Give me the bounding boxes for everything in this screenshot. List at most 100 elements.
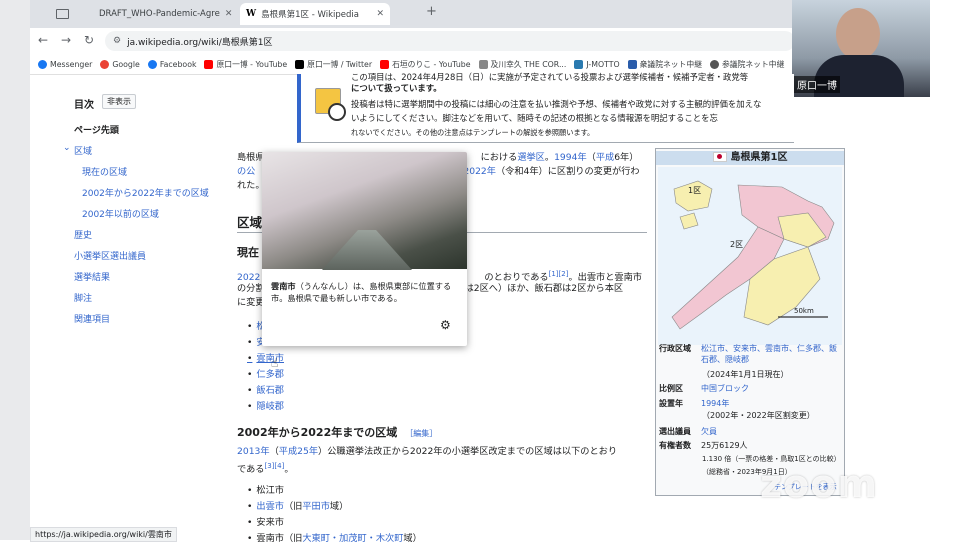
- text: 域）: [403, 533, 422, 544]
- reference-link[interactable]: [1][2]: [549, 270, 569, 278]
- tab-wikipedia[interactable]: W 島根県第1区 - Wikipedia ✕: [240, 3, 390, 25]
- close-icon[interactable]: ✕: [225, 9, 233, 19]
- toc-item-results[interactable]: 選挙結果: [74, 270, 110, 283]
- left-frame: [0, 0, 30, 540]
- infobox-row-voters: 有権者数 25万6129人: [659, 440, 748, 451]
- text: は2区へ）ほか、飯石郡は2区から本区: [464, 283, 624, 294]
- hand-cursor-icon: ☝: [271, 356, 279, 370]
- notice-line: について扱っています。: [351, 83, 442, 93]
- row-label: 比例区: [659, 384, 683, 393]
- link-text[interactable]: の公: [237, 166, 255, 177]
- bookmark-jmotto[interactable]: J-MOTTO: [574, 59, 620, 69]
- link-2013[interactable]: 2013年: [237, 446, 270, 457]
- bookmark-label: Facebook: [159, 59, 197, 69]
- link-2022[interactable]: 2022年: [463, 166, 496, 177]
- infobox-row-established: 設置年 1994年: [659, 398, 729, 409]
- link-2022[interactable]: 2022: [237, 272, 260, 283]
- participant-name: 原口一博: [794, 76, 840, 93]
- bookmark-label: J-MOTTO: [586, 59, 620, 69]
- text: 。: [544, 152, 555, 163]
- link-1994[interactable]: 1994年: [554, 152, 587, 163]
- bookmark-messenger[interactable]: Messenger: [38, 59, 93, 69]
- toc-item-related[interactable]: 関連項目: [74, 312, 110, 325]
- link-heisei[interactable]: 平成: [596, 152, 614, 163]
- list-item: 松江市: [247, 482, 284, 496]
- bookmark-label: Messenger: [50, 59, 93, 69]
- chevron-down-icon[interactable]: ⌄: [63, 143, 71, 153]
- list-item[interactable]: 飯石郡: [247, 382, 284, 396]
- reference-link[interactable]: [3][4]: [264, 462, 284, 470]
- toc-item-history[interactable]: 歴史: [74, 228, 92, 241]
- heading-2002-2022: 2002年から2022年までの区域 ［編集］: [237, 424, 437, 440]
- list-item[interactable]: 隠岐郡: [247, 398, 284, 412]
- youtube-icon: [204, 59, 214, 69]
- gear-icon[interactable]: ⚙: [440, 318, 451, 332]
- toc-item-top[interactable]: ページ先頭: [74, 123, 119, 136]
- link-heisei25[interactable]: 平成25年: [279, 446, 318, 457]
- heading-text: 2002年から2022年までの区域: [237, 426, 398, 439]
- link-senkyoku[interactable]: 選挙区: [517, 152, 545, 163]
- row-value[interactable]: 松江市、安来市、雲南市、仁多郡、飯石郡、隠岐郡: [701, 343, 839, 365]
- text: 。出雲市と雲南市: [568, 272, 642, 284]
- facebook-icon: [147, 59, 157, 69]
- bookmark-facebook[interactable]: Facebook: [147, 59, 197, 69]
- toc-title: 目次: [74, 100, 94, 111]
- new-tab-button[interactable]: +: [426, 4, 437, 19]
- page-preview-popup[interactable]: 雲南市（うんなんし）は、島根県東部に位置する市。島根県で最も新しい市である。 ⚙: [262, 152, 467, 346]
- bookmark-oikawa[interactable]: 及川幸久 THE COR...: [478, 59, 567, 70]
- toc-item-notes[interactable]: 脚注: [74, 291, 92, 304]
- japan-flag-icon: [712, 152, 727, 162]
- bookmark-twitter[interactable]: 原口一博 / Twitter: [295, 59, 372, 70]
- right-frame: [930, 0, 960, 540]
- link-towns[interactable]: 大東町・加茂町・木次町: [302, 533, 403, 544]
- notice-line: 投稿者は特に選挙期間中の投稿には細心の注意を払い推測や予想、候補者や政党に対する…: [351, 99, 762, 109]
- bookmark-sangiin[interactable]: 参議院ネット中継: [710, 59, 784, 70]
- row-value[interactable]: 欠員: [701, 427, 717, 436]
- link-hirata[interactable]: 平田市: [302, 501, 330, 512]
- bookmark-label: 衆議院ネット中継: [639, 59, 702, 69]
- browser-toolbar: ← → ↻ ⚙ ja.wikipedia.org/wiki/島根県第1区: [30, 28, 795, 54]
- toc-item-members[interactable]: 小選挙区選出議員: [74, 249, 146, 262]
- reload-icon[interactable]: ↻: [84, 33, 94, 47]
- row-value: 25万6129人: [701, 441, 748, 450]
- toc-item-2002-2022[interactable]: 2002年から2022年までの区域: [82, 186, 209, 199]
- bookmark-google[interactable]: Google: [100, 59, 140, 69]
- toc-item-pre-2002[interactable]: 2002年以前の区域: [82, 207, 159, 220]
- list-item[interactable]: 仁多郡: [247, 366, 284, 380]
- preview-description: （うんなんし）は、島根県東部に位置する市。島根県で最も新しい市である。: [271, 281, 452, 303]
- page-icon: [574, 59, 584, 69]
- page-icon: [478, 59, 488, 69]
- toc-hide-button[interactable]: 非表示: [102, 94, 136, 109]
- list-item: 安来市: [247, 514, 284, 528]
- link-izumo[interactable]: 出雲市: [256, 501, 284, 512]
- preview-text: 雲南市（うんなんし）は、島根県東部に位置する市。島根県で最も新しい市である。: [271, 280, 461, 304]
- text: （: [269, 446, 279, 457]
- bookmark-label: 及川幸久 THE COR...: [490, 59, 567, 69]
- back-arrow-icon[interactable]: ←: [38, 33, 48, 47]
- text: の分割: [237, 283, 265, 294]
- map-label-2: 2区: [730, 240, 744, 249]
- text: （: [586, 152, 596, 163]
- wikipedia-icon: W: [246, 9, 257, 19]
- site-info-icon[interactable]: ⚙: [113, 36, 121, 46]
- forward-arrow-icon[interactable]: →: [61, 33, 71, 47]
- bookmark-label: 原口一博 / Twitter: [307, 59, 373, 69]
- row-value[interactable]: 1994年: [701, 399, 729, 408]
- bookmark-youtube-ishigaki[interactable]: 石垣のりこ - YouTube: [380, 59, 471, 70]
- toc-item-current-area[interactable]: 現在の区域: [82, 165, 127, 178]
- tab-window[interactable]: [34, 3, 86, 25]
- text: のとおりである: [484, 272, 549, 284]
- bookmark-shugiin[interactable]: 衆議院ネット中継: [627, 59, 702, 70]
- page-icon: [627, 59, 637, 69]
- address-bar[interactable]: ⚙ ja.wikipedia.org/wiki/島根県第1区: [105, 31, 795, 51]
- google-icon: [100, 59, 110, 69]
- list-item-unnan[interactable]: 雲南市: [247, 350, 284, 364]
- tab-who-draft[interactable]: DRAFT_WHO-Pandemic-Agre ✕: [88, 3, 238, 25]
- text: である: [237, 464, 265, 476]
- bookmark-youtube-haraguchi[interactable]: 原口一博 - YouTube: [204, 59, 287, 70]
- infobox-row-date: （2024年1月1日現在）: [702, 370, 789, 379]
- close-icon[interactable]: ✕: [376, 9, 384, 19]
- row-value[interactable]: 中国ブロック: [701, 384, 749, 393]
- toc-item-area[interactable]: 区域: [74, 144, 92, 157]
- edit-link[interactable]: ［編集］: [405, 429, 437, 438]
